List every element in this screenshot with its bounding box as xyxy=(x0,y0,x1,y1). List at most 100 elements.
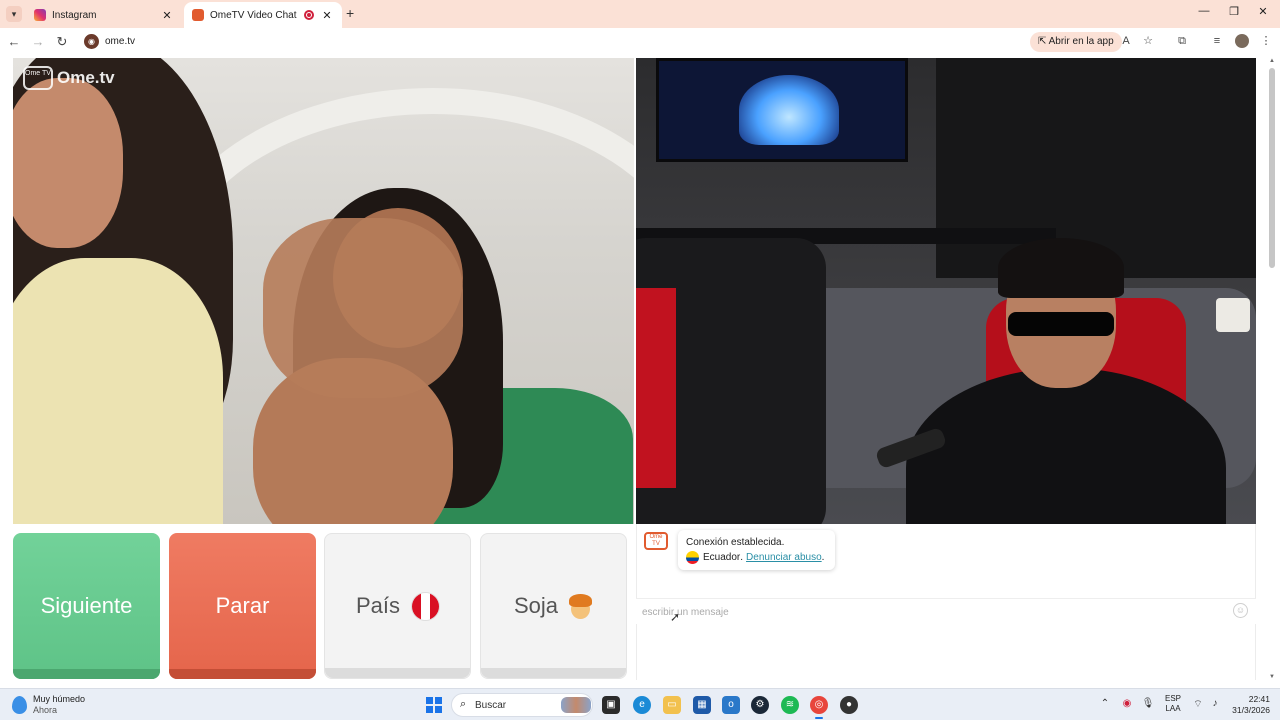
recording-tray-icon[interactable]: ◉ xyxy=(1120,698,1134,709)
bookmark-star-icon[interactable]: ☆ xyxy=(1141,34,1155,48)
instagram-icon xyxy=(34,9,46,21)
chat-message-input[interactable] xyxy=(642,604,1202,620)
button-shadow xyxy=(481,668,626,678)
search-icon: ⌕ xyxy=(460,698,467,710)
tab-title: Instagram xyxy=(52,9,97,21)
tab-ometv[interactable]: OmeTV Video Chat — Alter ✕ xyxy=(184,2,342,28)
language-indicator[interactable]: ESP LAA xyxy=(1165,694,1181,714)
ometv-chat-avatar-icon: Ome TV xyxy=(644,532,668,550)
media-control-icon[interactable]: ≡ xyxy=(1210,34,1224,48)
scroll-down-icon[interactable]: ▼ xyxy=(1268,674,1276,680)
site-info-icon[interactable]: ◉ xyxy=(84,34,99,49)
video-figure xyxy=(656,58,908,162)
edge-icon[interactable]: e xyxy=(633,696,651,714)
tray-overflow-icon[interactable]: ⌃ xyxy=(1098,698,1112,709)
next-label: Siguiente xyxy=(40,593,133,618)
system-clock[interactable]: 22:41 31/3/2026 xyxy=(1226,694,1270,716)
start-tile xyxy=(435,706,442,713)
video-figure xyxy=(13,78,123,248)
scrollbar-thumb[interactable] xyxy=(1269,68,1275,268)
video-figure xyxy=(1216,298,1250,332)
button-shadow xyxy=(325,668,470,678)
tab-search-button[interactable]: ▾ xyxy=(6,6,22,22)
chat-input-row: ☺ xyxy=(636,598,1256,624)
scroll-up-icon[interactable]: ▲ xyxy=(1268,58,1276,64)
weather-subtitle: Ahora xyxy=(33,705,58,715)
video-figure xyxy=(998,238,1124,298)
ecuador-flag-icon xyxy=(686,551,699,564)
search-highlight-image xyxy=(561,697,591,713)
store-icon[interactable]: ▦ xyxy=(693,696,711,714)
open-in-app-button[interactable]: ⇱ Abrir en la app xyxy=(1030,32,1122,52)
reload-icon[interactable]: ↻ xyxy=(53,33,71,51)
taskbar-search[interactable]: ⌕ Buscar xyxy=(451,693,593,717)
start-tile xyxy=(435,697,442,704)
page-scrollbar[interactable]: ▲ ▼ xyxy=(1268,58,1276,684)
wifi-icon[interactable]: ⌔ xyxy=(1191,698,1205,711)
start-tile xyxy=(426,697,433,704)
video-figure xyxy=(739,75,839,145)
new-tab-button[interactable]: + xyxy=(346,5,354,21)
ometv-icon xyxy=(192,9,204,21)
emoji-part xyxy=(569,593,593,607)
self-video xyxy=(636,58,1256,524)
close-tab-icon[interactable]: ✕ xyxy=(320,9,334,22)
peru-flag-icon xyxy=(412,592,440,620)
open-app-icon: ⇱ xyxy=(1038,36,1049,47)
video-figure xyxy=(13,258,223,524)
boy-emoji-icon xyxy=(568,593,593,620)
file-explorer-icon[interactable]: ▭ xyxy=(663,696,681,714)
task-view-icon[interactable]: ▣ xyxy=(602,696,620,714)
weather-drop-icon[interactable] xyxy=(12,696,27,714)
restore-button[interactable]: ❐ xyxy=(1227,5,1241,18)
browser-tab-strip: ▾ Instagram ✕ OmeTV Video Chat — Alter ✕… xyxy=(0,0,1280,28)
stop-button[interactable]: Parar xyxy=(169,533,316,679)
next-button[interactable]: Siguiente xyxy=(13,533,160,679)
keyboard-layout: LAA xyxy=(1165,704,1181,713)
windows-taskbar: Muy húmedo Ahora ⌕ Buscar ▣ e ▭ ▦ o ⚙ ≋ … xyxy=(0,688,1280,720)
minimize-button[interactable]: — xyxy=(1197,5,1211,17)
tab-title: OmeTV Video Chat — Alter xyxy=(210,9,298,21)
report-abuse-link[interactable]: Denunciar abuso xyxy=(746,550,822,565)
windows-start-icon[interactable] xyxy=(426,697,442,713)
mouse-cursor-icon: ➚ xyxy=(670,610,681,624)
weather-title[interactable]: Muy húmedo xyxy=(33,694,85,704)
video-figure xyxy=(263,218,463,398)
country-line: Ecuador . Denunciar abuso. xyxy=(686,550,827,565)
browser-toolbar: ← → ↻ ◉ ome.tv ⇱ Abrir en la app A ☆ ⧉ ≡… xyxy=(0,28,1280,56)
close-window-button[interactable]: ✕ xyxy=(1256,5,1270,18)
profile-avatar[interactable] xyxy=(1235,34,1249,48)
extensions-icon[interactable]: ⧉ xyxy=(1175,34,1189,48)
address-bar[interactable]: ome.tv xyxy=(105,36,135,47)
ometv-logo: Ome TV Ome.tv xyxy=(23,66,115,90)
volume-icon[interactable]: ♪ xyxy=(1208,698,1222,709)
gender-filter-button[interactable]: Soja xyxy=(480,533,627,679)
open-app-label: Abrir en la app xyxy=(1048,36,1114,47)
forward-icon[interactable]: → xyxy=(29,33,47,51)
stranger-video: Ome TV Ome.tv xyxy=(13,58,634,524)
steam-icon[interactable]: ⚙ xyxy=(751,696,769,714)
menu-kebab-icon[interactable]: ⋮ xyxy=(1259,34,1273,48)
chrome-icon[interactable]: ◎ xyxy=(810,696,828,719)
trailing-period: . xyxy=(821,552,825,563)
back-icon[interactable]: ← xyxy=(5,33,23,51)
country-filter-button[interactable]: País xyxy=(324,533,471,679)
translate-icon[interactable]: A xyxy=(1119,34,1133,48)
ometv-page: Ome TV Ome.tv Siguiente Parar País Soja xyxy=(0,56,1280,688)
clock-date: 31/3/2026 xyxy=(1232,705,1270,715)
start-tile xyxy=(426,706,433,713)
country-label: País xyxy=(355,593,401,618)
close-tab-icon[interactable]: ✕ xyxy=(160,9,174,22)
video-figure xyxy=(1008,312,1114,336)
obs-icon[interactable]: ● xyxy=(840,696,858,714)
emoji-icon[interactable]: ☺ xyxy=(1233,603,1248,618)
button-shadow xyxy=(169,669,316,679)
ometv-logo-icon: Ome TV xyxy=(23,66,53,90)
search-label: Buscar xyxy=(475,700,507,711)
tab-instagram[interactable]: Instagram ✕ xyxy=(26,2,182,28)
language-code: ESP xyxy=(1165,694,1182,703)
spotify-icon[interactable]: ≋ xyxy=(781,696,799,714)
button-shadow xyxy=(13,669,160,679)
outlook-icon[interactable]: o xyxy=(722,696,740,714)
microphone-icon[interactable]: 🎙 xyxy=(1141,698,1155,709)
